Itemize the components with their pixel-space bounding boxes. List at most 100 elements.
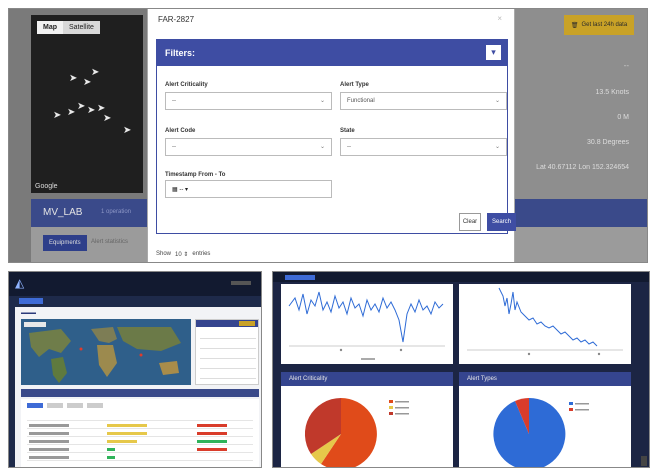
dashboard-screenshot: ◭ ▬▬▬	[8, 271, 262, 468]
chevron-down-icon: ⌄	[494, 144, 500, 150]
vessel-marker-icon[interactable]: ➤	[67, 107, 75, 118]
position-value: Lat 40.67112 Lon 152.324654	[536, 164, 629, 171]
alert-type-value: Functional	[347, 98, 375, 104]
alert-criticality-select[interactable]: -- ⌄	[165, 92, 332, 110]
dashboard-title: ▬▬▬	[21, 310, 36, 316]
chevron-down-icon: ⌄	[494, 98, 500, 104]
vessel-name: MV_LAB	[43, 207, 83, 218]
table-row[interactable]	[27, 423, 253, 429]
time-series-chart-2	[467, 287, 623, 356]
chevron-down-icon[interactable]: ▾	[486, 45, 501, 60]
get-last-24h-label: Get last 24h data	[581, 22, 628, 28]
equipment-section-header	[21, 389, 259, 397]
get-last-24h-button[interactable]: 🗑 Get last 24h data	[564, 15, 634, 35]
alert-types-card: Alert Types	[459, 372, 631, 467]
property-row	[200, 358, 256, 359]
alert-code-label: Alert Code	[165, 128, 196, 134]
alert-criticality-value: --	[172, 98, 176, 104]
speed-value: 13.5 Knots	[595, 89, 629, 96]
state-value: --	[347, 144, 351, 150]
alert-types-pie-chart	[493, 397, 589, 467]
top-navbar	[273, 272, 649, 282]
world-map[interactable]	[21, 319, 191, 385]
filters-title: Filters:	[165, 48, 196, 58]
property-row	[200, 348, 256, 349]
entries-select[interactable]: 10 ⇕	[175, 251, 188, 258]
alert-criticality-title: Alert Criticality	[281, 372, 453, 386]
vessel-marker-icon[interactable]: ➤	[53, 110, 61, 121]
close-icon[interactable]: ×	[497, 14, 502, 23]
vessel-marker-icon[interactable]: ➤	[103, 113, 111, 124]
property-row	[200, 378, 256, 379]
time-series-card-2	[459, 284, 631, 364]
timestamp-value: -- ▾	[179, 187, 189, 193]
property-row	[200, 368, 256, 369]
time-series-card-1	[281, 284, 453, 364]
vessel-marker-icon[interactable]: ➤	[91, 67, 99, 78]
map-type-tabs[interactable]	[24, 322, 46, 327]
filters-modal: FAR-2827 × Filters: ▾ Alert Criticality …	[147, 9, 516, 262]
vessel-map[interactable]: Map Satellite ➤ ➤ ➤ ➤ ➤ ➤ ➤ ➤ ➤ ➤ Google	[31, 15, 143, 193]
fleet-detail-screenshot: Map Satellite ➤ ➤ ➤ ➤ ➤ ➤ ➤ ➤ ➤ ➤ Google…	[8, 8, 648, 263]
nav-tab-fleet[interactable]	[19, 298, 43, 304]
property-row	[200, 338, 256, 339]
timestamp-range-picker[interactable]: ▦ -- ▾	[165, 180, 332, 198]
depth-value: 0 M	[617, 114, 629, 121]
vessel-subtitle: 1 operation	[101, 209, 132, 215]
entries-label: entries	[192, 251, 211, 257]
alert-code-select[interactable]: -- ⌄	[165, 138, 332, 156]
world-map-graphic	[21, 319, 191, 385]
properties-header	[196, 320, 258, 327]
entries-length-control: Show 10 ⇕ entries	[156, 251, 210, 258]
alert-type-select[interactable]: Functional ⌄	[340, 92, 507, 110]
pie-slice-functional	[493, 397, 566, 467]
tab-alert-statistics[interactable]: Alert statistics	[91, 239, 128, 245]
time-series-chart-1	[288, 291, 445, 360]
table-tab[interactable]	[67, 403, 83, 408]
vessel-marker-icon[interactable]: ➤	[69, 73, 77, 84]
app-logo-icon: ◭	[15, 276, 25, 290]
calendar-icon: ▦	[172, 187, 178, 193]
table-row[interactable]	[27, 447, 253, 453]
filters-card: Filters: ▾ Alert Criticality -- ⌄ Alert …	[156, 39, 516, 234]
state-label: State	[340, 128, 355, 134]
alert-types-title: Alert Types	[459, 372, 631, 386]
user-menu[interactable]	[231, 281, 251, 285]
alert-code-value: --	[172, 144, 176, 150]
table-row[interactable]	[27, 431, 253, 437]
map-tab[interactable]: Map	[37, 21, 63, 34]
clear-button[interactable]: Clear	[459, 213, 481, 231]
table-row[interactable]	[27, 455, 253, 461]
alert-criticality-pie-chart	[304, 397, 409, 467]
vessel-marker-icon[interactable]: ➤	[77, 101, 85, 112]
get-data-button[interactable]	[239, 321, 255, 326]
top-navbar: ◭	[9, 272, 261, 296]
table-row[interactable]	[27, 439, 253, 445]
tab-equipments[interactable]: Equipments	[43, 235, 87, 251]
search-button[interactable]: Search	[487, 213, 516, 231]
state-select[interactable]: -- ⌄	[340, 138, 507, 156]
map-type-tabs: Map Satellite	[37, 21, 100, 34]
show-label: Show	[156, 251, 172, 257]
vessel-marker-icon[interactable]: ➤	[123, 125, 131, 136]
filters-header: Filters: ▾	[157, 40, 507, 66]
alert-criticality-card: Alert Criticality	[281, 372, 453, 467]
nav-tab-active[interactable]	[285, 275, 315, 280]
equipment-tab[interactable]	[27, 403, 43, 408]
chevron-down-icon: ⌄	[319, 98, 325, 104]
scrollbar-thumb[interactable]	[641, 456, 647, 466]
modal-title: FAR-2827	[158, 15, 195, 24]
vessel-marker-icon[interactable]: ➤	[87, 105, 95, 116]
equipment-table	[21, 399, 259, 467]
heading-value: 30.8 Degrees	[586, 139, 629, 146]
vessel-marker-icon[interactable]: ➤	[83, 77, 91, 88]
table-tab[interactable]	[87, 403, 103, 408]
vessel-properties-card	[195, 319, 259, 385]
trash-icon: 🗑	[570, 22, 579, 29]
satellite-tab[interactable]: Satellite	[63, 21, 100, 34]
timestamp-label: Timestamp From - To	[165, 172, 226, 178]
google-logo: Google	[35, 183, 58, 190]
dashboard-main: ▬▬▬	[15, 307, 261, 467]
table-tab[interactable]	[47, 403, 63, 408]
alert-type-label: Alert Type	[340, 82, 369, 88]
